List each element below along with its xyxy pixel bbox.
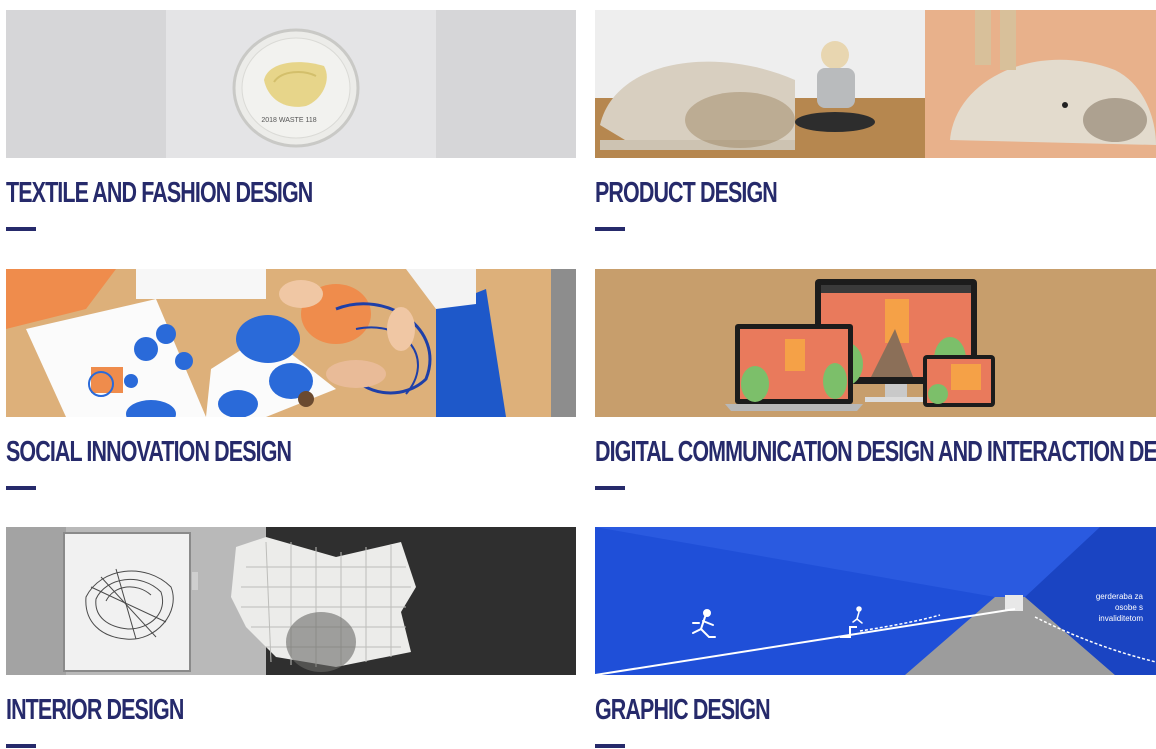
category-title[interactable]: SOCIAL INNOVATION DESIGN — [6, 435, 428, 469]
category-card-interior-design[interactable]: INTERIOR DESIGN — [6, 527, 576, 748]
title-underline — [595, 486, 625, 490]
tunnel-sign-line3: invaliditetom — [1099, 614, 1144, 623]
social-innovation-image[interactable] — [6, 269, 576, 417]
category-title[interactable]: GRAPHIC DESIGN — [595, 693, 1010, 727]
textile-fashion-image[interactable]: 2018 WASTE 118 — [6, 10, 576, 158]
category-card-textile-fashion[interactable]: 2018 WASTE 118 TEXTILE AND FASHION DESIG… — [6, 10, 576, 231]
tunnel-sign-line1: gerderaba za — [1096, 592, 1144, 601]
title-underline — [595, 227, 625, 231]
category-card-product-design[interactable]: PRODUCT DESIGN — [595, 10, 1156, 231]
dish-caption: 2018 WASTE 118 — [261, 117, 316, 124]
title-underline — [6, 486, 36, 490]
category-card-social-innovation[interactable]: SOCIAL INNOVATION DESIGN — [6, 269, 576, 490]
interior-design-image[interactable] — [6, 527, 576, 675]
category-title[interactable]: PRODUCT DESIGN — [595, 176, 1010, 210]
category-title[interactable]: INTERIOR DESIGN — [6, 693, 428, 727]
tunnel-sign-line2: osobe s — [1115, 603, 1143, 612]
category-card-digital-communication[interactable]: DIGITAL COMMUNICATION DESIGN AND INTERAC… — [595, 269, 1156, 490]
title-underline — [595, 744, 625, 748]
graphic-design-image[interactable]: gerderaba za osobe s invaliditetom — [595, 527, 1156, 675]
title-underline — [6, 227, 36, 231]
category-title[interactable]: TEXTILE AND FASHION DESIGN — [6, 176, 428, 210]
category-title[interactable]: DIGITAL COMMUNICATION DESIGN AND INTERAC… — [595, 435, 1156, 469]
category-card-graphic-design[interactable]: gerderaba za osobe s invaliditetom GRAPH… — [595, 527, 1156, 748]
digital-communication-image[interactable] — [595, 269, 1156, 417]
product-design-image[interactable] — [595, 10, 1156, 158]
title-underline — [6, 744, 36, 748]
